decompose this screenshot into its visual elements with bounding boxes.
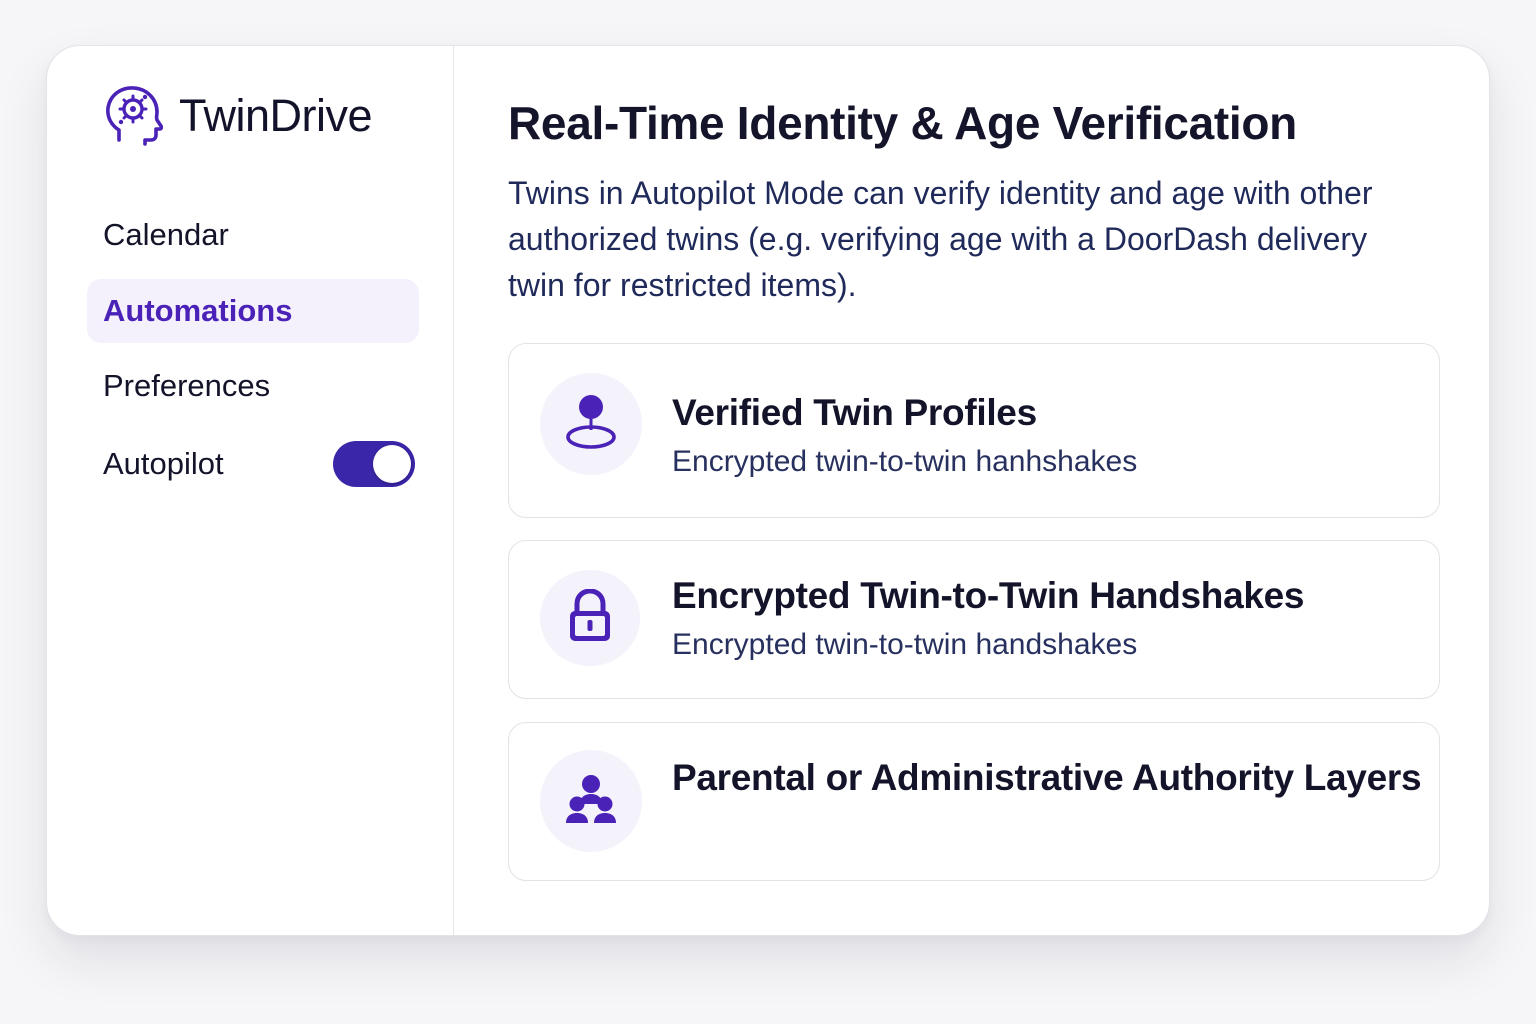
people-group-icon <box>563 773 619 830</box>
card-subtitle: Encrypted twin-to-twin handshakes <box>672 628 1138 661</box>
brain-head-icon <box>103 84 164 148</box>
app-window: TwinDrive Calendar Automations Preferenc… <box>46 45 1490 936</box>
main-content: Real-Time Identity & Age Verification Tw… <box>454 46 1489 935</box>
sidebar: TwinDrive Calendar Automations Preferenc… <box>47 46 454 935</box>
card-subtitle: Encrypted twin-to-twin hanhshakes <box>672 445 1138 478</box>
sidebar-item-automations[interactable]: Automations <box>87 279 419 343</box>
sidebar-item-preferences[interactable]: Preferences <box>87 354 419 418</box>
app-name: TwinDrive <box>179 90 373 141</box>
card-icon-container <box>540 570 640 666</box>
sidebar-item-autopilot: Autopilot <box>87 432 419 496</box>
autopilot-toggle[interactable] <box>333 441 415 487</box>
card-icon-container <box>540 750 642 852</box>
page-description: Twins in Autopilot Mode can verify ident… <box>508 175 1373 303</box>
card-authority-layers[interactable]: Parental or Administrative Authority Lay… <box>508 722 1440 881</box>
card-title: Parental or Administrative Authority Lay… <box>672 757 1422 798</box>
card-encrypted-handshakes[interactable]: Encrypted Twin-to-Twin Handshakes Encryp… <box>508 540 1440 699</box>
card-verified-twin-profiles[interactable]: Verified Twin Profiles Encrypted twin-to… <box>508 343 1440 518</box>
toggle-knob <box>373 445 411 483</box>
card-icon-container <box>540 373 642 475</box>
card-title: Encrypted Twin-to-Twin Handshakes <box>672 575 1305 616</box>
card-title: Verified Twin Profiles <box>672 392 1037 433</box>
brand[interactable]: TwinDrive <box>103 84 373 148</box>
user-pin-icon <box>563 392 619 457</box>
page-title: Real-Time Identity & Age Verification <box>508 97 1297 149</box>
sidebar-item-calendar[interactable]: Calendar <box>87 203 419 267</box>
autopilot-label: Autopilot <box>103 446 224 481</box>
lock-icon <box>567 587 613 648</box>
